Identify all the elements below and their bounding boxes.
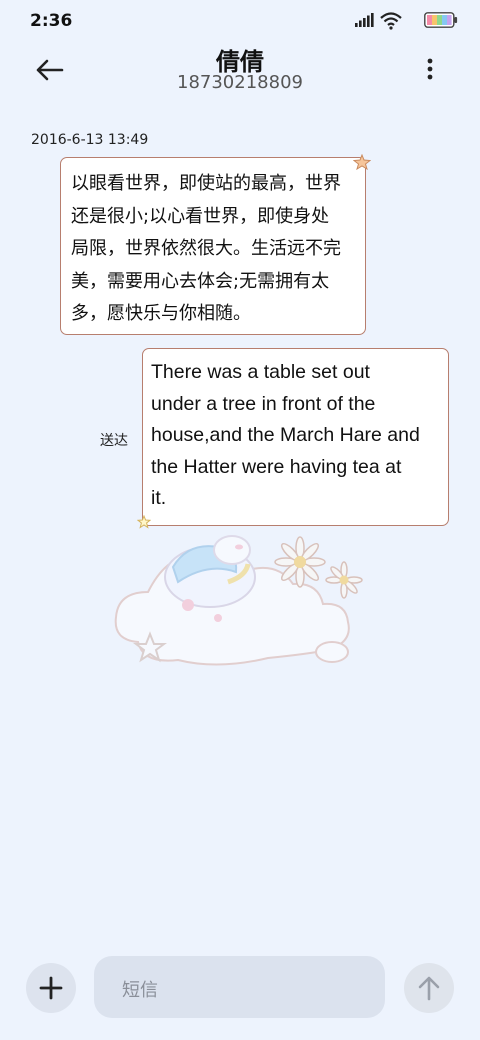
status-icons xyxy=(328,12,458,30)
arrow-up-icon xyxy=(418,976,440,1001)
message-line: house,and the March Hare and xyxy=(151,424,420,446)
more-vertical-icon xyxy=(427,58,433,80)
delivery-status: 送达 xyxy=(100,433,128,449)
star-decoration-icon xyxy=(352,153,372,171)
message-line: it. xyxy=(151,487,167,509)
sms-input[interactable]: 短信 xyxy=(94,956,385,1018)
send-button[interactable] xyxy=(404,963,454,1013)
message-line: 局限，世界依然很大。生活远不完 xyxy=(71,238,341,259)
message-line: under a tree in front of the xyxy=(151,392,376,415)
outgoing-message-bubble[interactable]: There was a table set out under a tree i… xyxy=(142,348,449,526)
battery-icon xyxy=(424,12,458,28)
message-line: the Hatter were having tea at xyxy=(151,455,402,478)
signal-icon xyxy=(354,12,374,28)
message-line: 多，愿快乐与你相随。 xyxy=(71,303,251,324)
conversation-header: 倩倩 18730218809 xyxy=(0,40,480,102)
plus-icon xyxy=(39,976,63,1000)
message-line: 还是很小;以心看世界，即使身处 xyxy=(71,205,330,227)
message-timestamp: 2016-6-13 13:49 xyxy=(31,132,149,148)
contact-number: 18730218809 xyxy=(177,72,303,93)
add-attachment-button[interactable] xyxy=(26,963,76,1013)
sticker-illustration xyxy=(108,522,373,672)
more-button[interactable] xyxy=(420,54,440,84)
compose-bar: 短信 xyxy=(0,948,480,1028)
message-list[interactable]: 2016-6-13 13:49 以眼看世界，即使站的最高，世界 还是很小;以心看… xyxy=(0,110,480,940)
message-line: There was a table set out xyxy=(151,361,370,383)
wifi-icon xyxy=(380,12,402,30)
incoming-message-bubble[interactable]: 以眼看世界，即使站的最高，世界 还是很小;以心看世界，即使身处 局限，世界依然很… xyxy=(60,157,366,335)
status-time: 2:36 xyxy=(30,11,73,31)
sms-input-placeholder: 短信 xyxy=(122,980,158,1001)
message-line: 以眼看世界，即使站的最高，世界 xyxy=(71,173,341,194)
message-line: 美，需要用心去体会;无需拥有太 xyxy=(71,270,330,292)
status-bar: 2:36 xyxy=(0,0,480,40)
